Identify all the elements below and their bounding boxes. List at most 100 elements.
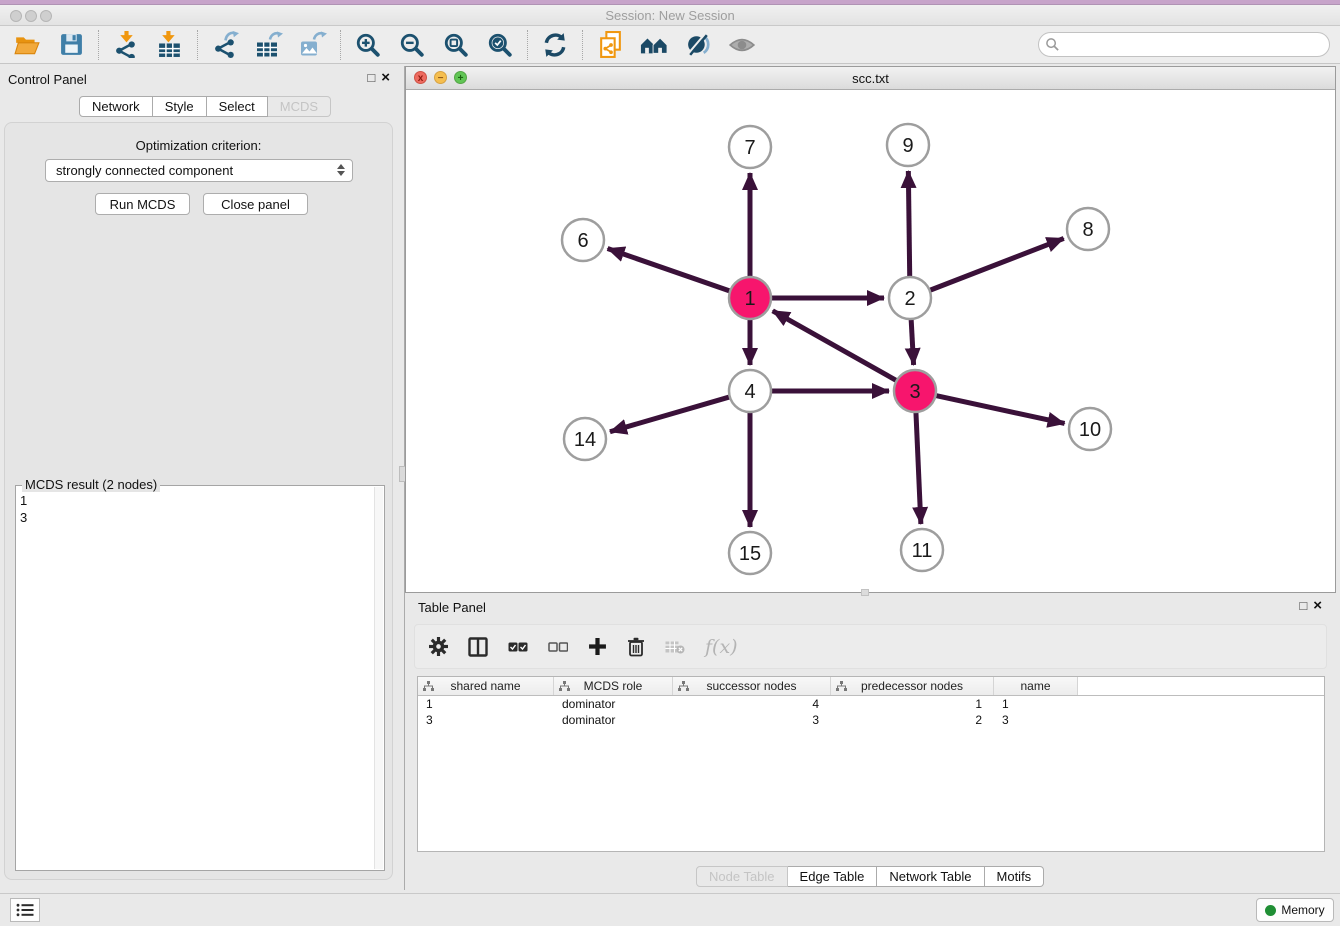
graph-node-label: 9 [902,135,913,157]
tab-style[interactable]: Style [153,96,207,117]
open-session-icon[interactable] [13,31,41,59]
network-title: scc.txt [406,71,1335,86]
zoom-in-icon[interactable] [354,31,382,59]
main-toolbar [0,26,1340,64]
column-header-predecessor-nodes[interactable]: predecessor nodes [831,677,994,695]
cell-name[interactable]: 3 [994,712,1078,728]
tab-motifs[interactable]: Motifs [985,866,1045,887]
refresh-layout-icon[interactable] [541,31,569,59]
zoom-fit-icon[interactable] [442,31,470,59]
network-graph[interactable]: 1234678910111415 [406,90,1335,592]
cell-predecessor-nodes[interactable]: 1 [831,696,994,712]
graph-node-label: 10 [1079,419,1101,441]
tab-select[interactable]: Select [207,96,268,117]
hierarchy-icon [559,681,570,691]
tab-edge-table[interactable]: Edge Table [788,866,878,887]
save-session-icon[interactable] [57,31,85,59]
network-window-titlebar[interactable]: x − + scc.txt [406,67,1335,90]
status-bar: Memory [0,893,1340,926]
gear-icon[interactable] [429,637,448,656]
graph-edge-3-10[interactable] [934,395,1065,423]
session-title: Session: New Session [0,8,1340,23]
add-column-icon[interactable] [588,637,607,656]
search-box[interactable] [1038,32,1330,57]
export-image-icon[interactable] [299,31,327,59]
optimization-criterion-label: Optimization criterion: [5,138,392,153]
cell-predecessor-nodes[interactable]: 2 [831,712,994,728]
table-panel-header: Table Panel □ × [405,594,1336,620]
graph-node-label: 4 [744,381,755,403]
export-table-icon[interactable] [255,31,283,59]
result-scrollbar[interactable] [374,487,383,869]
mcds-panel: Optimization criterion: strongly connect… [4,122,393,880]
table-tabs: Node TableEdge TableNetwork TableMotifs [696,866,1044,887]
graph-edge-2-8[interactable] [928,238,1064,291]
run-mcds-button[interactable]: Run MCDS [95,193,190,215]
eye-icon[interactable] [728,31,756,59]
optimization-criterion-dropdown[interactable]: strongly connected component [45,159,353,182]
column-header-name[interactable]: name [994,677,1078,695]
graph-edge-2-9[interactable] [908,171,909,279]
zoom-selected-icon[interactable] [486,31,514,59]
tab-network[interactable]: Network [79,96,153,117]
zoom-out-icon[interactable] [398,31,426,59]
tab-mcds[interactable]: MCDS [268,96,331,117]
hierarchy-icon [836,681,847,691]
graph-edge-3-11[interactable] [916,410,921,524]
control-panel-header: Control Panel □ × [0,66,398,92]
import-table-icon[interactable] [156,31,184,59]
column-header-successor-nodes[interactable]: successor nodes [673,677,831,695]
cell-shared-name[interactable]: 3 [418,712,554,728]
table-row[interactable]: 1dominator411 [418,696,1324,712]
graph-node-label: 7 [744,137,755,159]
delete-table-icon [665,640,685,654]
hierarchy-icon [423,681,434,691]
graph-node-label: 15 [739,543,761,565]
close-panel-icon[interactable]: × [381,71,390,85]
graph-edge-1-6[interactable] [608,249,732,292]
import-network-icon[interactable] [112,31,140,59]
graph-edge-2-3[interactable] [911,317,914,365]
slashed-circle-icon[interactable] [684,31,712,59]
graph-edge-3-1[interactable] [773,311,899,382]
mcds-result-box[interactable]: MCDS result (2 nodes) 1 3 [15,485,385,871]
export-network-icon[interactable] [211,31,239,59]
trash-icon[interactable] [627,637,645,657]
hierarchy-icon [678,681,689,691]
close-panel-button[interactable]: Close panel [203,193,308,215]
table-toolbar: f(x) [414,624,1327,669]
cell-MCDS-role[interactable]: dominator [554,696,673,712]
select-all-checkboxes-icon[interactable] [508,641,528,653]
control-panel-title: Control Panel [8,72,87,87]
cell-successor-nodes[interactable]: 3 [673,712,831,728]
memory-button[interactable]: Memory [1256,898,1334,922]
close-table-panel-icon[interactable]: × [1313,599,1322,613]
cell-MCDS-role[interactable]: dominator [554,712,673,728]
tab-node-table[interactable]: Node Table [696,866,788,887]
clone-network-icon[interactable] [596,31,624,59]
table-row[interactable]: 3dominator323 [418,712,1324,728]
graph-node-label: 2 [904,288,915,310]
column-header-MCDS-role[interactable]: MCDS role [554,677,673,695]
columns-icon[interactable] [468,637,488,657]
search-input[interactable] [1060,35,1329,55]
clear-checkboxes-icon[interactable] [548,641,568,653]
app-titlebar: Session: New Session [0,5,1340,26]
cell-shared-name[interactable]: 1 [418,696,554,712]
column-header-filler [1078,677,1324,695]
graph-node-label: 1 [744,288,755,310]
float-table-panel-icon[interactable]: □ [1299,599,1307,613]
column-header-shared-name[interactable]: shared name [418,677,554,695]
graph-node-label: 8 [1082,219,1093,241]
cell-name[interactable]: 1 [994,696,1078,712]
task-history-button[interactable] [10,898,40,922]
control-panel-tabs: NetworkStyleSelectMCDS [79,96,331,117]
cell-successor-nodes[interactable]: 4 [673,696,831,712]
dropdown-stepper-icon [337,164,345,176]
mcds-result-legend: MCDS result (2 nodes) [22,477,160,492]
list-icon [16,903,34,917]
houses-icon[interactable] [640,31,668,59]
graph-edge-4-14[interactable] [610,396,732,431]
tab-network-table[interactable]: Network Table [877,866,984,887]
float-panel-icon[interactable]: □ [367,71,375,85]
